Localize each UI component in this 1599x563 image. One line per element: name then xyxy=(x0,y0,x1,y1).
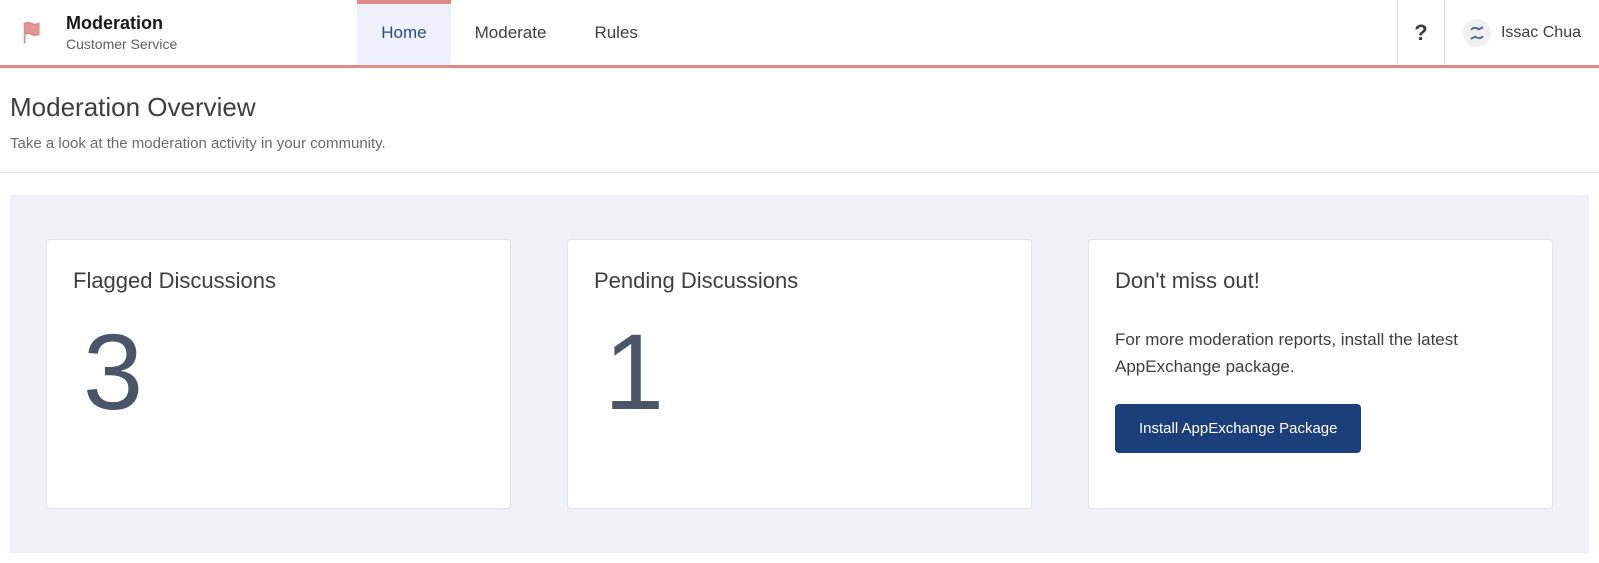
top-header: Moderation Customer Service Home Moderat… xyxy=(0,0,1599,68)
tab-rules[interactable]: Rules xyxy=(570,0,661,65)
page-description: Take a look at the moderation activity i… xyxy=(10,135,1589,152)
tab-moderate[interactable]: Moderate xyxy=(451,0,571,65)
card-title: Pending Discussions xyxy=(594,268,1005,294)
pending-count: 1 xyxy=(594,318,1005,426)
promo-text: For more moderation reports, install the… xyxy=(1115,326,1526,380)
flag-icon xyxy=(20,19,48,47)
help-button[interactable]: ? xyxy=(1397,0,1445,65)
user-name: Issac Chua xyxy=(1501,24,1581,42)
pending-discussions-card[interactable]: Pending Discussions 1 xyxy=(567,239,1032,509)
tab-home[interactable]: Home xyxy=(357,0,450,65)
flagged-count: 3 xyxy=(73,318,484,426)
flagged-discussions-card[interactable]: Flagged Discussions 3 xyxy=(46,239,511,509)
promo-card: Don't miss out! For more moderation repo… xyxy=(1088,239,1553,509)
card-title: Flagged Discussions xyxy=(73,268,484,294)
app-identity: Moderation Customer Service xyxy=(0,0,197,65)
page-header: Moderation Overview Take a look at the m… xyxy=(0,68,1599,173)
tab-label: Rules xyxy=(594,23,637,43)
install-appexchange-button[interactable]: Install AppExchange Package xyxy=(1115,404,1361,453)
header-right: ? Issac Chua xyxy=(1397,0,1599,65)
help-icon: ? xyxy=(1414,20,1427,46)
nav-tabs: Home Moderate Rules xyxy=(357,0,662,65)
page-title: Moderation Overview xyxy=(10,92,1589,123)
user-menu[interactable]: Issac Chua xyxy=(1445,0,1599,65)
avatar-icon xyxy=(1463,19,1491,47)
tab-label: Home xyxy=(381,23,426,43)
app-titles: Moderation Customer Service xyxy=(66,13,177,52)
app-title: Moderation xyxy=(66,13,177,34)
app-subtitle: Customer Service xyxy=(66,36,177,52)
tab-label: Moderate xyxy=(475,23,547,43)
card-title: Don't miss out! xyxy=(1115,268,1526,294)
overview-body: Flagged Discussions 3 Pending Discussion… xyxy=(10,195,1589,553)
